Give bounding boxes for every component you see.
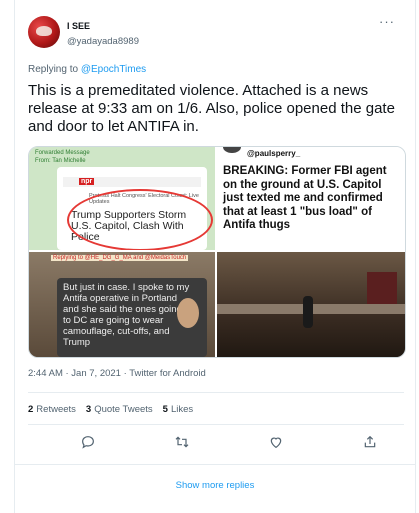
likes-stat[interactable]: 5 Likes	[163, 404, 193, 415]
show-more-replies-button[interactable]: Show more replies	[15, 480, 415, 491]
red-circle-annotation	[67, 189, 213, 250]
forwarded-text: Forwarded Message	[35, 150, 90, 156]
divider-top	[28, 392, 404, 393]
avatar[interactable]	[28, 16, 60, 48]
replying-to-prefix: Replying to	[28, 64, 79, 75]
phone-screenshot: npr Protests Halt Congress' Electoral Co…	[57, 167, 213, 250]
face-thumbnail	[177, 298, 199, 328]
like-icon[interactable]	[268, 434, 286, 452]
retweets-label: Retweets	[36, 404, 76, 415]
media-image-news[interactable]: Forwarded Message From: Tan Michelle npr…	[29, 147, 215, 250]
share-icon[interactable]	[362, 434, 380, 452]
media-image-breaking[interactable]: @paulsperry_ BREAKING: Former FBI agent …	[217, 147, 405, 250]
replying-to-line: Replying to @EpochTimes	[28, 64, 146, 75]
media-image-message[interactable]: Replying to @HE_DG_G_MA and @MeidasTouch…	[29, 252, 215, 357]
quotes-stat[interactable]: 3 Quote Tweets	[86, 404, 153, 415]
tweet-text: This is a premeditated violence. Attache…	[28, 82, 395, 135]
retweets-count: 2	[28, 404, 34, 415]
npr-logo: npr	[79, 178, 95, 185]
divider-middle	[28, 424, 404, 425]
forwarded-from: From: Tan Michelle	[35, 158, 86, 164]
user-handle[interactable]: @yadayada8989	[67, 36, 139, 47]
message-text: But just in case. I spoke to my Antifa o…	[63, 282, 190, 348]
more-icon[interactable]: ···	[379, 14, 395, 29]
message-header: Replying to @HE_DG_G_MA and @MeidasTouch	[51, 255, 189, 261]
action-bar	[28, 434, 404, 452]
tweet-card: I SEE @yadayada8989 ··· Replying to @Epo…	[14, 0, 416, 513]
likes-count: 5	[162, 404, 168, 415]
replying-to-link[interactable]: @EpochTimes	[81, 64, 146, 75]
reply-icon[interactable]	[80, 434, 98, 452]
retweets-stat[interactable]: 2 Retweets	[28, 404, 76, 415]
media-grid: Forwarded Message From: Tan Michelle npr…	[28, 146, 406, 358]
likes-label: Likes	[170, 404, 194, 415]
divider-bottom	[15, 464, 415, 465]
display-name[interactable]: I SEE	[67, 21, 90, 31]
tweet-stats: 2 Retweets 3 Quote Tweets 5 Likes	[28, 404, 193, 415]
profile-thumb	[223, 147, 241, 153]
climbing-person	[303, 296, 313, 328]
breaking-text: BREAKING: Former FBI agent on the ground…	[223, 165, 387, 231]
forwarded-label: Forwarded Message From: Tan Michelle	[35, 149, 90, 165]
retweet-icon[interactable]	[174, 434, 192, 452]
media-image-capitol[interactable]	[217, 252, 405, 357]
quotes-label: Quote Tweets	[94, 404, 153, 415]
tweet-timestamp[interactable]: 2:44 AM · Jan 7, 2021 · Twitter for Andr…	[28, 368, 206, 379]
quotes-count: 3	[85, 404, 92, 415]
screenshot-user: @paulsperry_	[247, 149, 301, 158]
